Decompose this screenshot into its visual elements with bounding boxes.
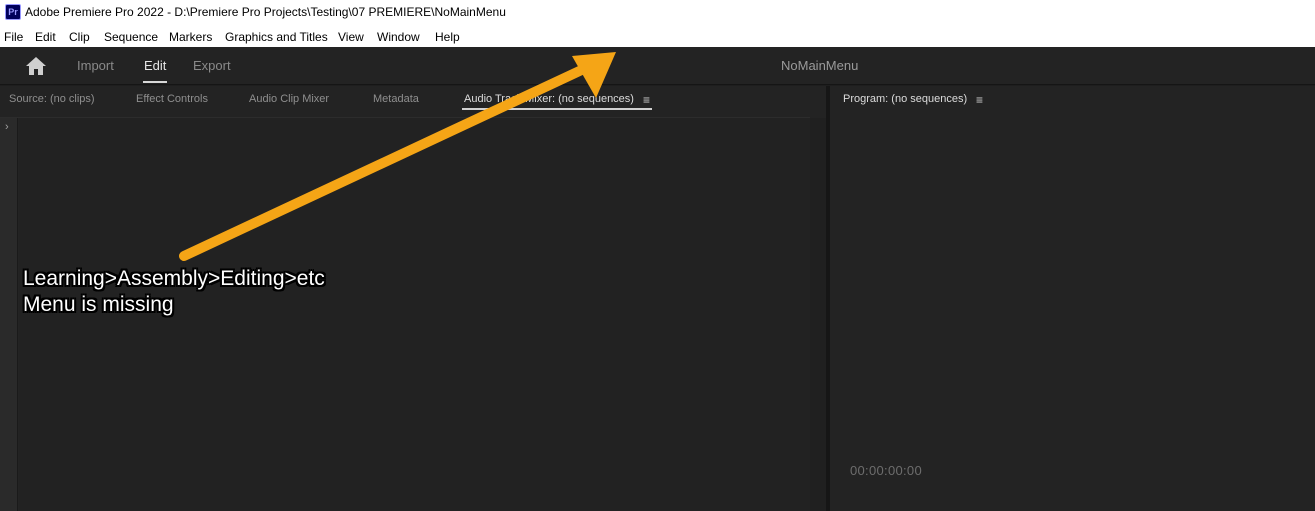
menu-file[interactable]: File [4, 30, 23, 44]
menu-help[interactable]: Help [435, 30, 460, 44]
tab-audio-track-mixer[interactable]: Audio Track Mixer: (no sequences) [464, 93, 634, 105]
panel-gutter: › [0, 118, 18, 511]
title-bar: Pr Adobe Premiere Pro 2022 - D:\Premiere… [0, 0, 1315, 25]
playhead-timecode[interactable]: 00:00:00:00 [850, 463, 922, 478]
tab-source[interactable]: Source: (no clips) [9, 93, 95, 105]
premiere-app-icon: Pr [5, 4, 21, 20]
tab-metadata[interactable]: Metadata [373, 93, 419, 105]
tab-import[interactable]: Import [77, 58, 114, 73]
annotation-text: Learning>Assembly>Editing>etc Menu is mi… [23, 266, 325, 318]
program-menu-icon[interactable]: ≡ [976, 94, 983, 106]
tab-audio-clip-mixer[interactable]: Audio Clip Mixer [249, 93, 329, 105]
annotation-line-2: Menu is missing [23, 293, 174, 316]
tab-effect-controls[interactable]: Effect Controls [136, 93, 208, 105]
menu-graphics-and-titles[interactable]: Graphics and Titles [225, 30, 328, 44]
project-name: NoMainMenu [781, 58, 859, 73]
annotation-line-1: Learning>Assembly>Editing>etc [23, 267, 325, 290]
window-title: Adobe Premiere Pro 2022 - D:\Premiere Pr… [25, 5, 506, 19]
panel-scroll-edge [810, 118, 826, 511]
menu-edit[interactable]: Edit [35, 30, 56, 44]
menu-view[interactable]: View [338, 30, 364, 44]
tab-program[interactable]: Program: (no sequences) [843, 93, 967, 105]
active-panel-tab-indicator [462, 108, 652, 110]
menu-bar: File Edit Clip Sequence Markers Graphics… [0, 25, 1315, 47]
home-icon[interactable] [25, 56, 47, 76]
panel-menu-icon[interactable]: ≡ [643, 94, 650, 106]
menu-markers[interactable]: Markers [169, 30, 212, 44]
menu-sequence[interactable]: Sequence [104, 30, 158, 44]
active-tab-indicator [143, 81, 167, 83]
menu-window[interactable]: Window [377, 30, 420, 44]
chevron-right-icon[interactable]: › [5, 121, 9, 133]
workspace-header: Import Edit Export NoMainMenu [0, 47, 1315, 85]
program-monitor: Program: (no sequences) ≡ 00:00:00:00 [830, 86, 1315, 511]
menu-clip[interactable]: Clip [69, 30, 90, 44]
tab-export[interactable]: Export [193, 58, 231, 73]
tab-edit[interactable]: Edit [144, 58, 166, 73]
